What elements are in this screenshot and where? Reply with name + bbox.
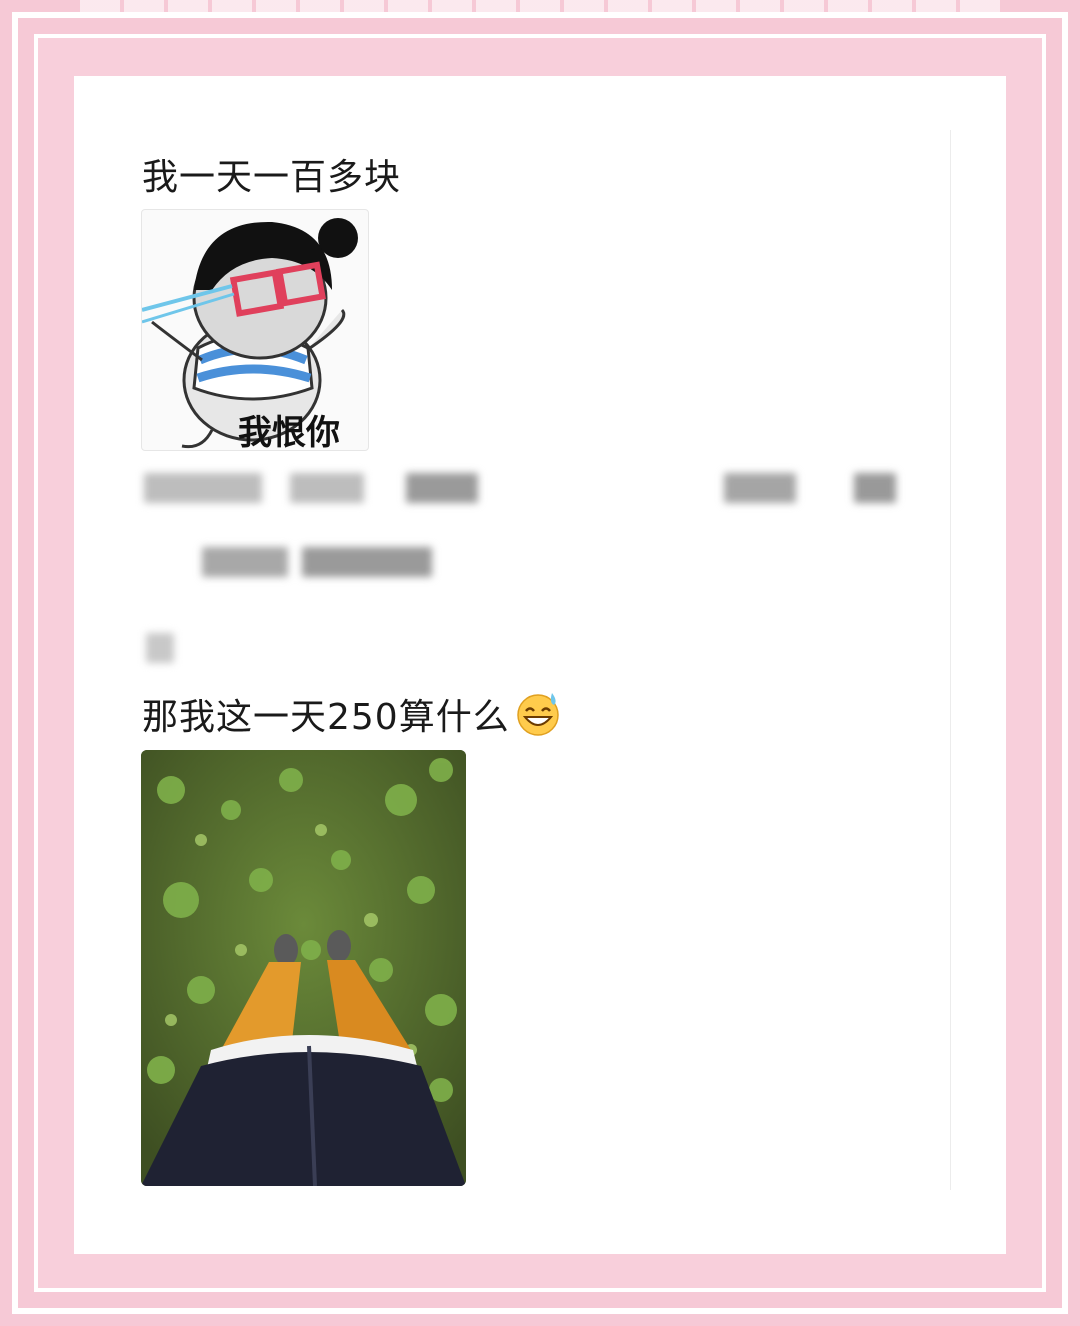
redacted-text <box>144 468 904 508</box>
post-card: 我一天一百多块 我恨你 那我这一天250算什么 <box>74 76 1006 1254</box>
photo-image[interactable] <box>141 750 466 1186</box>
divider <box>950 130 951 1190</box>
sticker-caption: 我恨你 <box>238 413 340 451</box>
decorative-border <box>80 0 1000 12</box>
redacted-text <box>202 542 442 582</box>
feet-on-grass-photo <box>141 750 466 1186</box>
message-text: 那我这一天250算什么 <box>142 688 562 740</box>
grinning-sweat-emoji-icon <box>516 693 559 736</box>
redacted-text <box>144 628 184 668</box>
message-text-content: 那我这一天250算什么 <box>142 697 510 738</box>
message-text: 我一天一百多块 <box>142 157 402 198</box>
sticker-image[interactable]: 我恨你 <box>141 209 369 451</box>
